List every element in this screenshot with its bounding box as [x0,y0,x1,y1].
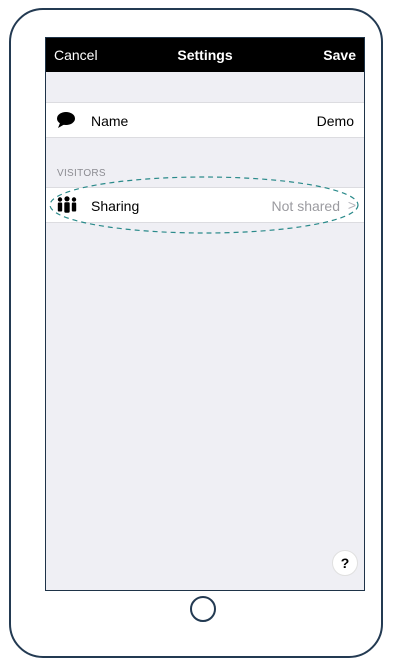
navigation-bar: Cancel Settings Save [46,38,364,72]
help-button[interactable]: ? [332,550,358,576]
app-screen: Cancel Settings Save Name Demo VISITORS … [45,37,365,591]
sharing-highlight-ellipse [49,176,359,234]
home-button[interactable] [190,596,216,622]
name-row[interactable]: Name Demo [46,102,364,138]
page-title: Settings [177,47,233,63]
speech-bubble-icon [56,111,76,129]
save-button[interactable]: Save [323,47,356,63]
name-label: Name [91,113,129,129]
name-value: Demo [316,113,354,129]
